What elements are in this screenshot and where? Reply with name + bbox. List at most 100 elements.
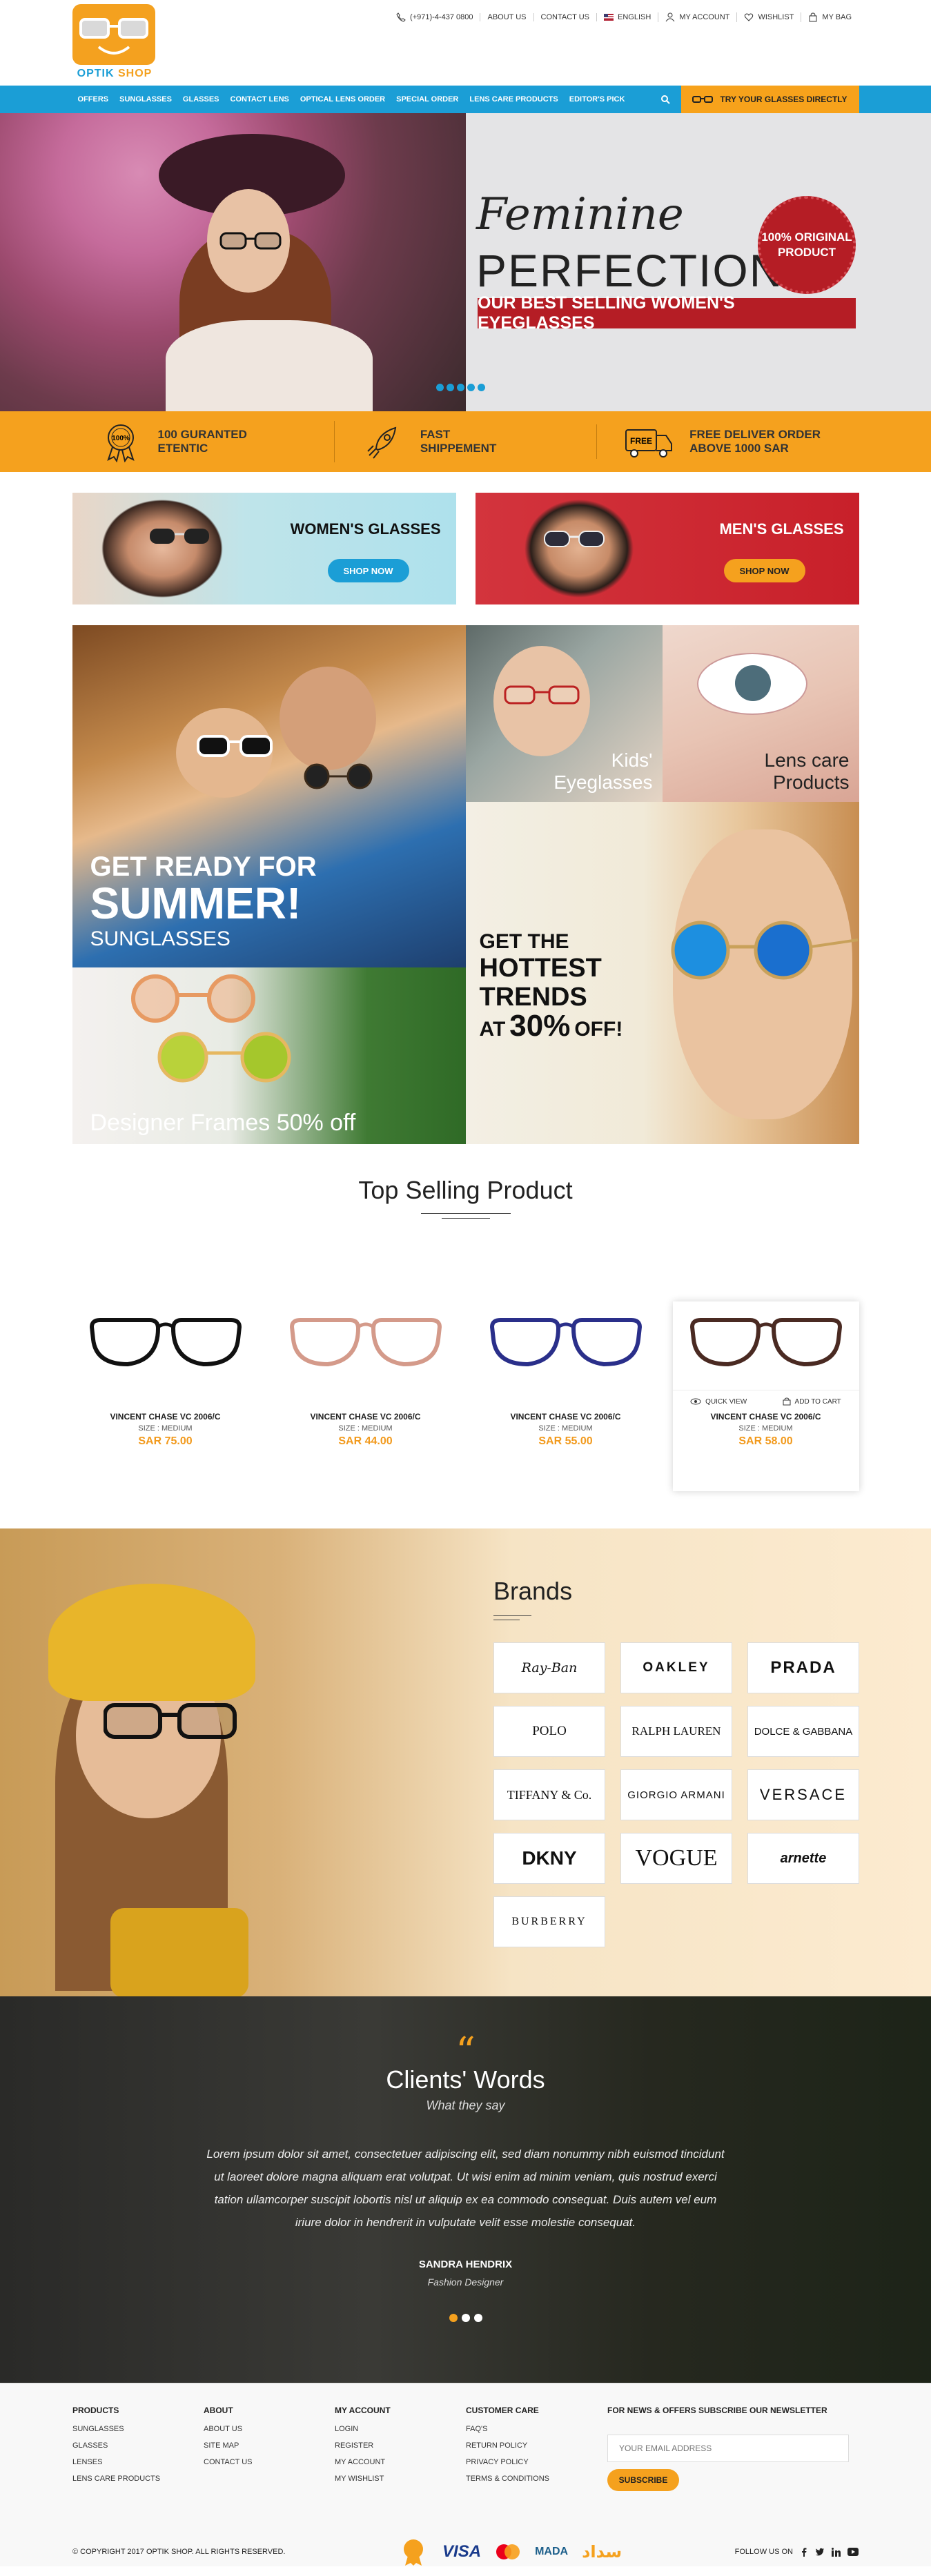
payment-methods: VISA mada سداد xyxy=(398,2537,622,2567)
footer-link[interactable]: GLASSES xyxy=(72,2441,204,2450)
product-card[interactable]: QUICK VIEW ADD TO CART VINCENT CHASE VC 20… xyxy=(672,1301,859,1491)
lens-care-tile[interactable]: Lens care Products xyxy=(662,625,859,802)
newsletter-email-input[interactable] xyxy=(607,2435,849,2462)
nav-item-offers[interactable]: OFFERS xyxy=(72,95,115,104)
nav-item-glasses[interactable]: GLASSES xyxy=(177,95,225,104)
footer-link[interactable]: CONTACT US xyxy=(204,2458,335,2466)
bag-link[interactable]: MY BAG xyxy=(801,12,859,22)
testimonial-dots[interactable] xyxy=(0,2314,931,2322)
logo-text-shop: SHOP xyxy=(118,68,153,79)
search-icon[interactable] xyxy=(660,95,670,104)
logo[interactable]: OPTIK SHOP xyxy=(72,4,157,80)
nav-item-editors-pick[interactable]: EDITOR'S PICK xyxy=(564,95,631,104)
newsletter: FOR NEWS & OFFERS SUBSCRIBE OUR NEWSLETT… xyxy=(607,2406,856,2491)
trend-line-4: AT xyxy=(479,1018,506,1041)
footer-link[interactable]: LENS CARE PRODUCTS xyxy=(72,2475,204,2483)
mens-glasses-banner[interactable]: MEN'S GLASSES SHOP NOW xyxy=(475,493,859,604)
lens-line-2: Products xyxy=(773,771,850,793)
nav-item-optical-lens-order[interactable]: OPTICAL LENS ORDER xyxy=(295,95,391,104)
brand-logo[interactable]: Ray-Ban xyxy=(493,1642,605,1693)
summer-tile[interactable]: GET READY FOR SUMMER! SUNGLASSES xyxy=(72,625,466,967)
brand-logo[interactable]: DKNY xyxy=(493,1833,605,1884)
phone-link[interactable]: (+971)-4-437 0800 xyxy=(389,12,480,22)
footer-link[interactable]: TERMS & CONDITIONS xyxy=(466,2475,597,2483)
nav-item-lens-care[interactable]: LENS CARE PRODUCTS xyxy=(464,95,563,104)
product-name[interactable]: VINCENT CHASE VC 2006/C xyxy=(72,1412,259,1422)
brand-logo[interactable]: RALPH LAUREN xyxy=(620,1706,732,1757)
brand-logo[interactable]: BURBERRY xyxy=(493,1896,605,1947)
footer-link[interactable]: PRIVACY POLICY xyxy=(466,2458,597,2466)
linkedin-icon[interactable] xyxy=(832,2547,841,2557)
brand-logo[interactable]: TIFFANY & Co. xyxy=(493,1769,605,1820)
brand-logo[interactable]: arnette xyxy=(747,1833,859,1884)
facebook-icon[interactable] xyxy=(800,2547,808,2557)
slider-dot[interactable] xyxy=(447,384,454,391)
slider-dot[interactable] xyxy=(467,384,475,391)
footer-link[interactable]: REGISTER xyxy=(335,2441,466,2450)
add-to-cart-button[interactable]: ADD TO CART xyxy=(783,1397,841,1406)
round-glasses-icon xyxy=(130,974,255,1023)
brand-logo[interactable]: POLO xyxy=(493,1706,605,1757)
product-name[interactable]: VINCENT CHASE VC 2006/C xyxy=(673,1412,859,1422)
nav-item-sunglasses[interactable]: SUNGLASSES xyxy=(114,95,177,104)
footer-link[interactable]: SITE MAP xyxy=(204,2441,335,2450)
sadad-logo: سداد xyxy=(582,2542,623,2562)
footer-link[interactable]: RETURN POLICY xyxy=(466,2441,597,2450)
womens-glasses-banner[interactable]: WOMEN'S GLASSES SHOP NOW xyxy=(72,493,456,604)
product-name[interactable]: VINCENT CHASE VC 2006/C xyxy=(473,1412,659,1422)
product-card[interactable]: VINCENT CHASE VC 2006/C SIZE : MEDIUM SAR … xyxy=(273,1301,459,1491)
slider-dot[interactable] xyxy=(461,2314,470,2322)
account-label: MY ACCOUNT xyxy=(679,13,730,21)
nav-item-contact-lens[interactable]: CONTACT LENS xyxy=(225,95,295,104)
brand-logo[interactable]: VERSACE xyxy=(747,1769,859,1820)
product-image[interactable] xyxy=(72,1301,259,1384)
brand-logo[interactable]: VOGUE xyxy=(620,1833,732,1884)
hero-banner[interactable]: OUR BEST SELLING WOMEN'S EYEGLASSES xyxy=(478,293,856,333)
footer-link[interactable]: MY WISHLIST xyxy=(335,2475,466,2483)
footer-link[interactable]: SUNGLASSES xyxy=(72,2425,204,2433)
brand-logo[interactable]: GIORGIO ARMANI xyxy=(620,1769,732,1820)
slider-dot[interactable] xyxy=(436,384,444,391)
product-image[interactable] xyxy=(473,1301,659,1384)
slider-dots[interactable] xyxy=(436,384,485,391)
footer-link[interactable]: LOGIN xyxy=(335,2425,466,2433)
product-image[interactable] xyxy=(673,1301,859,1384)
kids-tile[interactable]: Kids' Eyeglasses xyxy=(465,625,663,802)
footer-link[interactable]: LENSES xyxy=(72,2458,204,2466)
slider-dot[interactable] xyxy=(449,2314,458,2322)
try-glasses-button[interactable]: TRY YOUR GLASSES DIRECTLY xyxy=(680,86,859,113)
glasses-frame-icon xyxy=(689,1318,842,1367)
contact-link[interactable]: CONTACT US xyxy=(533,13,597,21)
shop-now-button[interactable]: SHOP NOW xyxy=(327,559,409,582)
designer-frames-tile[interactable]: Designer Frames 50% off xyxy=(72,967,466,1144)
footer-link[interactable]: ABOUT US xyxy=(204,2425,335,2433)
feature-item: 100% 100 GURANTED ETENTIC xyxy=(72,421,334,462)
product-card[interactable]: VINCENT CHASE VC 2006/C SIZE : MEDIUM SAR … xyxy=(72,1301,259,1491)
account-link[interactable]: MY ACCOUNT xyxy=(658,12,736,22)
twitter-icon[interactable] xyxy=(815,2547,825,2557)
footer-link[interactable]: MY ACCOUNT xyxy=(335,2458,466,2466)
footer-link[interactable]: FAQ'S xyxy=(466,2425,597,2433)
language-select[interactable]: ENGLISH xyxy=(596,13,658,21)
nav-item-special-order[interactable]: SPECIAL ORDER xyxy=(391,95,464,104)
about-link[interactable]: ABOUT US xyxy=(480,13,533,21)
wishlist-link[interactable]: WISHLIST xyxy=(736,12,801,22)
product-name[interactable]: VINCENT CHASE VC 2006/C xyxy=(273,1412,459,1422)
brand-logo[interactable]: OAKLEY xyxy=(620,1642,732,1693)
quick-view-button[interactable]: QUICK VIEW xyxy=(690,1397,747,1406)
product-card[interactable]: VINCENT CHASE VC 2006/C SIZE : MEDIUM SAR … xyxy=(473,1301,659,1491)
trends-tile[interactable]: GET THE HOTTEST TRENDS AT 30% OFF! xyxy=(465,802,859,1144)
brand-logo[interactable]: PRADA xyxy=(747,1642,859,1693)
footer-columns: PRODUCTS SUNGLASSES GLASSES LENSES LENS … xyxy=(72,2406,597,2491)
slider-dot[interactable] xyxy=(478,384,485,391)
subscribe-button[interactable]: SUBSCRIBE xyxy=(607,2469,679,2491)
brand-logo[interactable]: DOLCE & GABBANA xyxy=(747,1706,859,1757)
slider-dot[interactable] xyxy=(457,384,464,391)
shop-now-button[interactable]: SHOP NOW xyxy=(723,559,805,582)
slider-dot[interactable] xyxy=(473,2314,482,2322)
product-image[interactable] xyxy=(273,1301,459,1384)
footer: PRODUCTS SUNGLASSES GLASSES LENSES LENS … xyxy=(0,2383,931,2566)
youtube-icon[interactable] xyxy=(847,2548,859,2556)
mens-glasses-title: MEN'S GLASSES xyxy=(719,520,844,538)
feature-text: FREE DELIVER ORDER ABOVE 1000 SAR xyxy=(689,427,821,455)
